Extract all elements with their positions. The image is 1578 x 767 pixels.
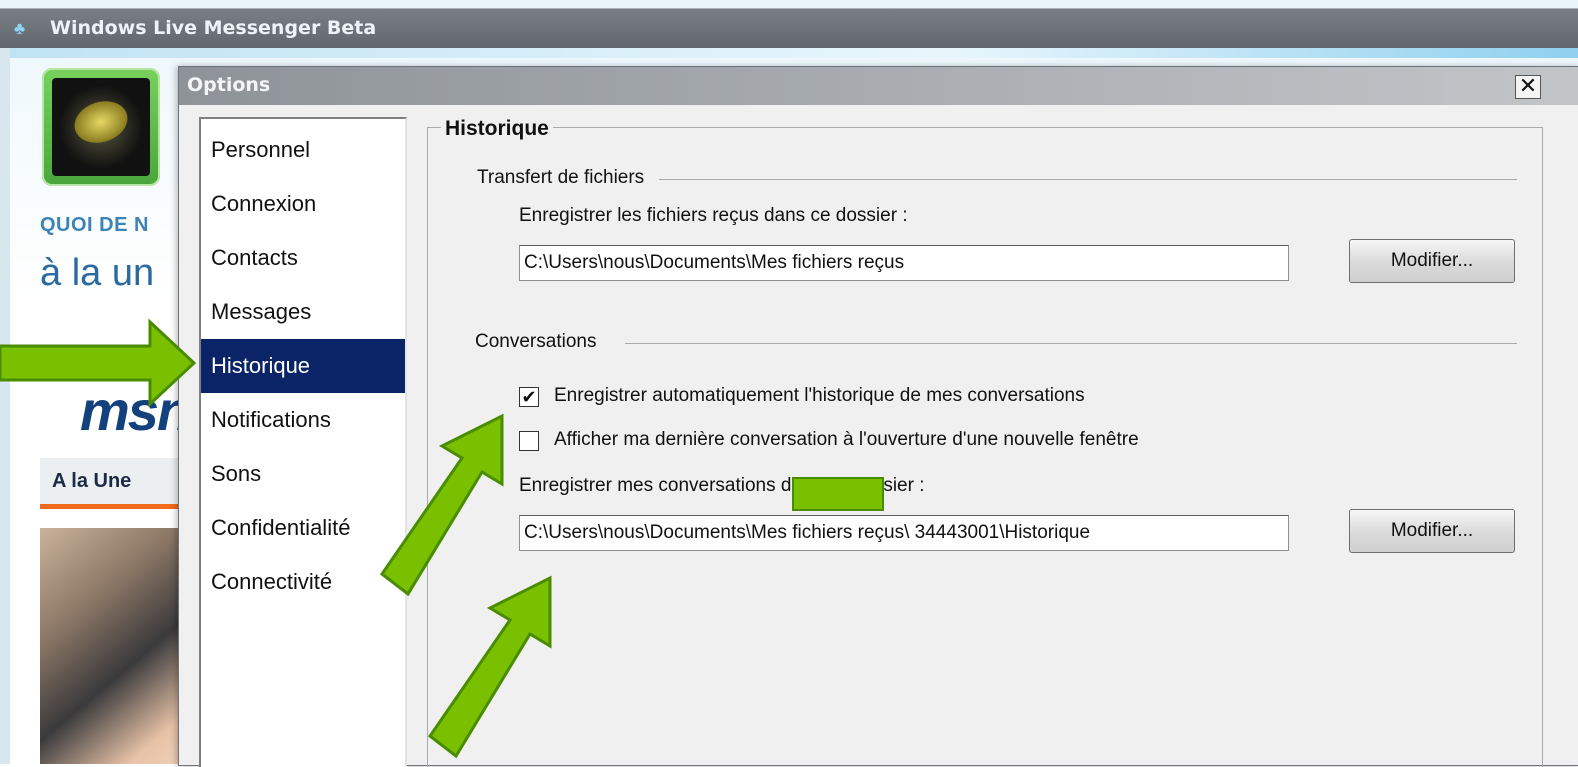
file-transfer-folder-label: Enregistrer les fichiers reçus dans ce d… [519,205,908,226]
options-titlebar[interactable]: Options ✕ [179,67,1578,105]
section-divider [625,343,1517,344]
auto-save-checkbox[interactable]: ✔ [519,387,539,407]
conversation-path-input[interactable]: C:\Users\nous\Documents\Mes fichiers reç… [519,515,1289,551]
section-divider [659,179,1517,180]
redaction-box [792,477,884,511]
category-messages[interactable]: Messages [201,285,405,339]
annotation-arrow [0,318,197,408]
category-contacts[interactable]: Contacts [201,231,405,285]
category-connexion[interactable]: Connexion [201,177,405,231]
news-tab-label: A la Une [52,470,132,492]
close-button[interactable]: ✕ [1515,75,1541,99]
messenger-header-band [0,48,1578,58]
checkmark-icon: ✔ [521,387,537,407]
section-title-file-transfer: Transfert de fichiers [477,167,653,189]
options-title: Options [187,74,271,96]
annotation-arrow [427,575,552,759]
file-transfer-modify-button[interactable]: Modifier... [1349,239,1515,283]
file-transfer-path-input[interactable]: C:\Users\nous\Documents\Mes fichiers reç… [519,245,1289,281]
messenger-buddies-icon: ♣ [14,19,26,38]
category-historique[interactable]: Historique [201,339,405,393]
category-personnel[interactable]: Personnel [201,123,405,177]
group-title: Historique [441,117,553,141]
messenger-titlebar: ♣ Windows Live Messenger Beta [0,8,1578,49]
whats-new-heading: QUOI DE N [40,214,149,236]
conversation-modify-button[interactable]: Modifier... [1349,509,1515,553]
messenger-title: Windows Live Messenger Beta [50,17,377,39]
avatar-picture [52,78,150,176]
section-title-conversations: Conversations [475,331,605,353]
show-last-conversation-label[interactable]: Afficher ma dernière conversation à l'ou… [554,429,1139,451]
close-icon: ✕ [1518,73,1538,98]
headline-text[interactable]: à la un [40,252,154,295]
auto-save-label[interactable]: Enregistrer automatiquement l'historique… [554,385,1085,407]
avatar[interactable] [42,68,160,186]
